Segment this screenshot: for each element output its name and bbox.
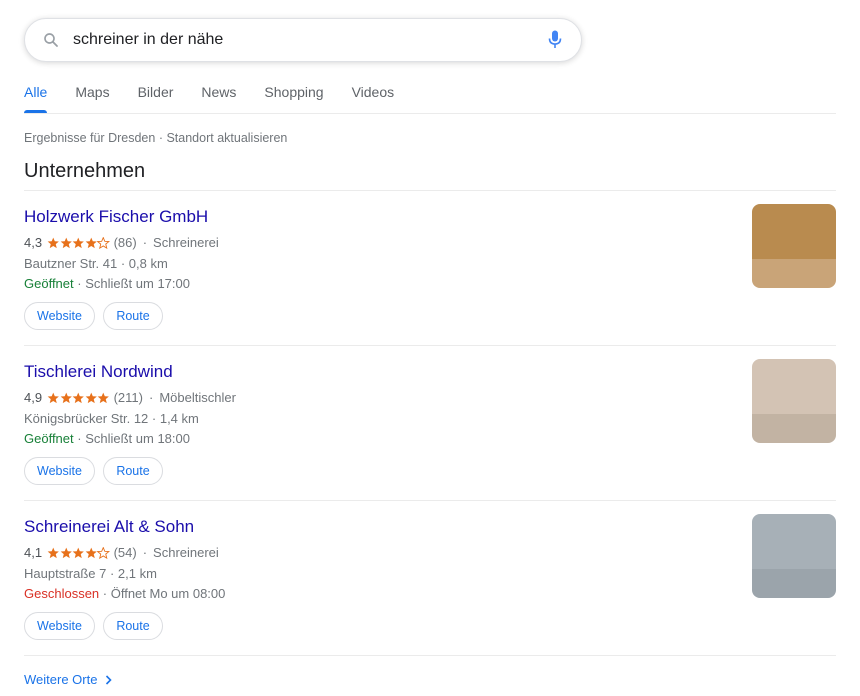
- route-button[interactable]: Route: [103, 302, 163, 330]
- action-buttons: Website Route: [24, 612, 171, 640]
- action-buttons: Website Route: [24, 457, 171, 485]
- route-button[interactable]: Route: [103, 457, 163, 485]
- microphone-icon[interactable]: [543, 28, 567, 52]
- search-icon: [41, 30, 61, 50]
- search-tabs: Alle Maps Bilder News Shopping Videos: [24, 76, 836, 114]
- star-filled-icon: [60, 547, 72, 558]
- business-address: Bautzner Str. 41 · 0,8 km: [24, 256, 168, 271]
- tab-bilder[interactable]: Bilder: [138, 76, 174, 112]
- star-empty-icon: [97, 546, 110, 559]
- star-rating: [47, 546, 110, 559]
- business-card: Schreinerei Alt & Sohn 4,1 (54) · Schrei…: [24, 501, 836, 656]
- location-separator: ·: [158, 131, 163, 145]
- star-filled-icon: [97, 392, 109, 403]
- website-button[interactable]: Website: [24, 302, 95, 330]
- more-places-label: Weitere Orte: [24, 672, 98, 687]
- search-input[interactable]: [73, 20, 543, 60]
- action-buttons: Website Route: [24, 302, 171, 330]
- website-button[interactable]: Website: [24, 612, 95, 640]
- chevron-right-icon: [105, 674, 113, 685]
- business-category: Schreinerei: [153, 235, 219, 250]
- rating-value: 4,1: [24, 545, 43, 560]
- star-empty-icon: [97, 236, 110, 249]
- business-hours: Geöffnet · Schließt um 18:00: [24, 431, 190, 446]
- status-badge: Geöffnet: [24, 276, 74, 291]
- star-filled-icon: [72, 547, 84, 558]
- star-filled-icon: [47, 547, 59, 558]
- hours-text: · Schließt um 18:00: [77, 431, 190, 446]
- tab-news[interactable]: News: [201, 76, 236, 112]
- rating-line: 4,1 (54) · Schreinerei: [24, 545, 219, 560]
- business-name[interactable]: Tischlerei Nordwind: [24, 362, 173, 382]
- separator-dot: ·: [148, 390, 154, 405]
- location-text: Ergebnisse für Dresden: [24, 131, 156, 145]
- search-results-page: Alle Maps Bilder News Shopping Videos Er…: [0, 0, 860, 696]
- star-filled-icon: [72, 392, 84, 403]
- more-places-link[interactable]: Weitere Orte: [24, 672, 113, 687]
- business-photo[interactable]: [752, 359, 836, 443]
- rating-line: 4,9 (211) · Möbeltischler: [24, 390, 236, 405]
- hours-text: · Öffnet Mo um 08:00: [102, 586, 226, 601]
- star-rating: [47, 236, 110, 249]
- rating-line: 4,3 (86) · Schreinerei: [24, 235, 219, 250]
- tab-maps[interactable]: Maps: [75, 76, 109, 112]
- business-card: Holzwerk Fischer GmbH 4,3 (86) · Schrein…: [24, 191, 836, 346]
- star-filled-icon: [47, 237, 59, 248]
- star-filled-icon: [85, 547, 97, 558]
- star-filled-icon: [60, 237, 72, 248]
- business-hours: Geöffnet · Schließt um 17:00: [24, 276, 190, 291]
- update-location-link[interactable]: Standort aktualisieren: [166, 131, 287, 145]
- hours-text: · Schließt um 17:00: [77, 276, 190, 291]
- star-filled-icon: [85, 237, 97, 248]
- business-category: Schreinerei: [153, 545, 219, 560]
- star-filled-icon: [60, 392, 72, 403]
- status-badge: Geschlossen: [24, 586, 100, 601]
- website-button[interactable]: Website: [24, 457, 95, 485]
- review-count: (86): [113, 235, 137, 250]
- business-address: Hauptstraße 7 · 2,1 km: [24, 566, 157, 581]
- business-hours: Geschlossen · Öffnet Mo um 08:00: [24, 586, 225, 601]
- review-count: (54): [113, 545, 137, 560]
- tab-videos[interactable]: Videos: [352, 76, 395, 112]
- separator-dot: ·: [142, 545, 148, 560]
- star-filled-icon: [47, 392, 59, 403]
- route-button[interactable]: Route: [103, 612, 163, 640]
- star-rating: [47, 392, 110, 404]
- star-filled-icon: [85, 392, 97, 403]
- review-count: (211): [113, 390, 143, 405]
- business-name[interactable]: Schreinerei Alt & Sohn: [24, 517, 194, 537]
- rating-value: 4,9: [24, 390, 43, 405]
- divider: [24, 655, 836, 656]
- star-filled-icon: [72, 237, 84, 248]
- business-category: Möbeltischler: [159, 390, 236, 405]
- business-card: Tischlerei Nordwind 4,9 (211) · Möbeltis…: [24, 346, 836, 501]
- rating-value: 4,3: [24, 235, 43, 250]
- business-address: Königsbrücker Str. 12 · 1,4 km: [24, 411, 199, 426]
- section-title: Unternehmen: [24, 160, 146, 182]
- business-photo[interactable]: [752, 514, 836, 598]
- location-info: Ergebnisse für Dresden · Standort aktual…: [24, 131, 287, 145]
- search-bar[interactable]: [24, 18, 582, 62]
- business-name[interactable]: Holzwerk Fischer GmbH: [24, 207, 208, 227]
- tab-shopping[interactable]: Shopping: [264, 76, 323, 112]
- tab-alle[interactable]: Alle: [24, 76, 48, 113]
- business-photo[interactable]: [752, 204, 836, 288]
- separator-dot: ·: [142, 235, 148, 250]
- status-badge: Geöffnet: [24, 431, 74, 446]
